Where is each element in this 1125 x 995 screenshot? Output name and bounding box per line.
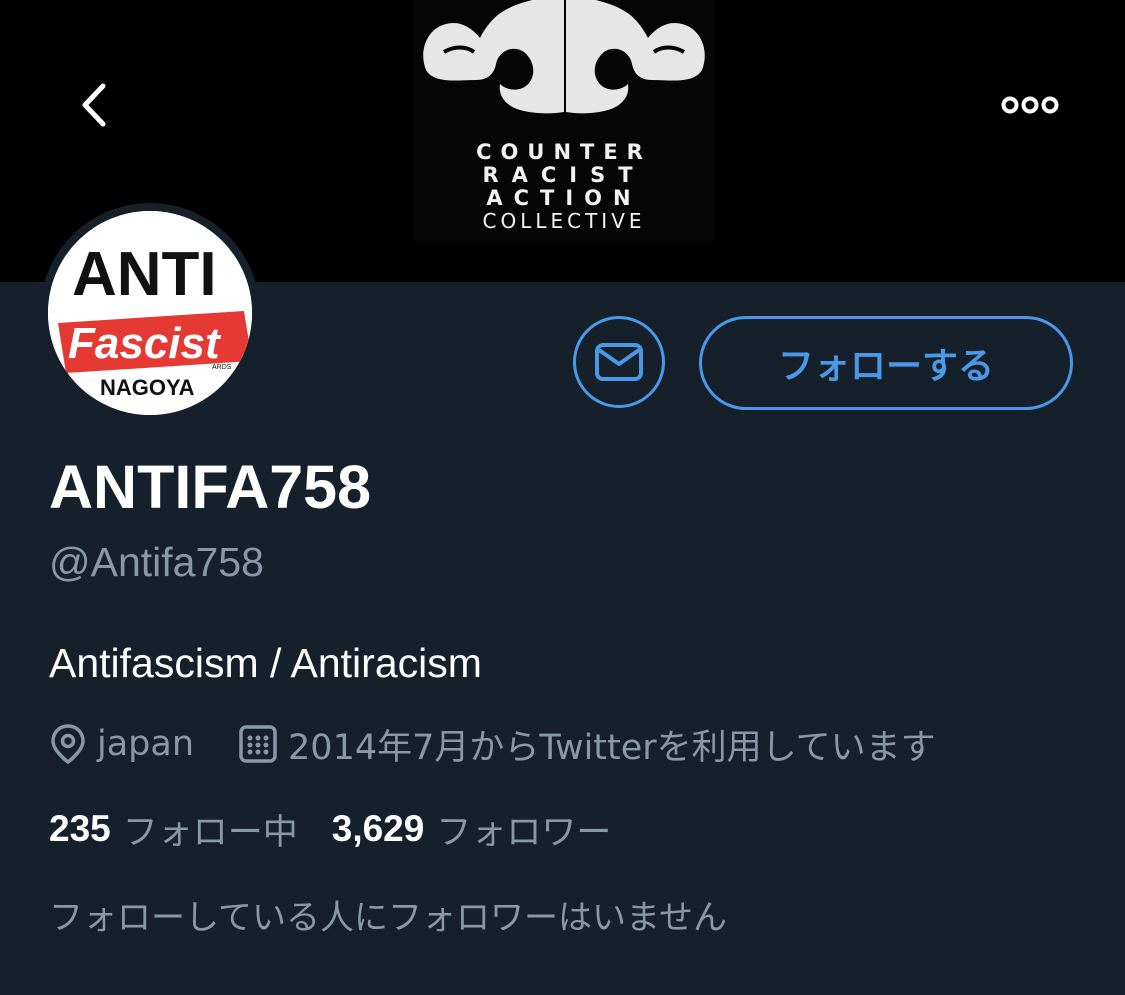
avatar-small-text: ARDS: [212, 364, 232, 371]
chevron-left-icon: [82, 83, 106, 127]
follow-counts: 235 フォロー中 3,629 フォロワー: [49, 804, 612, 855]
profile-meta-row: japan 2014年7月からTwitterを利用しています: [49, 719, 936, 769]
more-horizontal-icon: [1001, 96, 1059, 114]
profile-avatar[interactable]: ANTI Fascist ARDS NAGOYA: [40, 203, 260, 423]
envelope-icon: [595, 343, 643, 381]
avatar-image: ANTI Fascist ARDS NAGOYA: [48, 211, 252, 415]
followed-by-note: フォローしている人にフォロワーはいません: [49, 898, 727, 938]
message-button[interactable]: [573, 316, 665, 408]
profile-page: COUNTER RACIST ACTION COLLECTIVE ANTI Fa…: [0, 0, 1125, 995]
banner-text-line: ACTION: [486, 186, 642, 210]
avatar-line3: NAGOYA: [100, 375, 195, 400]
followers-count: 3,629: [331, 808, 425, 849]
antifascist-nagoya-logo: ANTI Fascist ARDS NAGOYA: [48, 211, 252, 415]
back-button[interactable]: [50, 60, 140, 150]
avatar-line2: Fascist: [68, 319, 222, 368]
profile-joined-date: 2014年7月からTwitterを利用しています: [288, 727, 936, 768]
profile-location: japan: [97, 724, 195, 764]
display-name: ANTIFA758: [49, 453, 372, 521]
more-options-button[interactable]: [985, 60, 1075, 150]
following-count: 235: [49, 808, 111, 849]
banner-text-line: COUNTER: [476, 140, 652, 164]
following-label: フォロー中: [122, 812, 298, 853]
following-link[interactable]: 235 フォロー中: [49, 804, 298, 855]
banner-text-line: RACIST: [482, 163, 646, 187]
followers-link[interactable]: 3,629 フォロワー: [332, 804, 612, 855]
hands-ok-sign-graphic: [423, 0, 705, 114]
banner-artwork: COUNTER RACIST ACTION COLLECTIVE: [414, 0, 714, 245]
location-pin-icon: [49, 723, 87, 765]
profile-handle: @Antifa758: [49, 539, 264, 585]
avatar-line1: ANTI: [72, 240, 217, 309]
followers-label: フォロワー: [436, 812, 612, 853]
follow-button[interactable]: フォローする: [699, 316, 1073, 410]
banner-text-line: COLLECTIVE: [482, 209, 646, 233]
calendar-icon: [238, 724, 278, 764]
profile-bio: Antifascism / Antiracism: [49, 640, 482, 686]
